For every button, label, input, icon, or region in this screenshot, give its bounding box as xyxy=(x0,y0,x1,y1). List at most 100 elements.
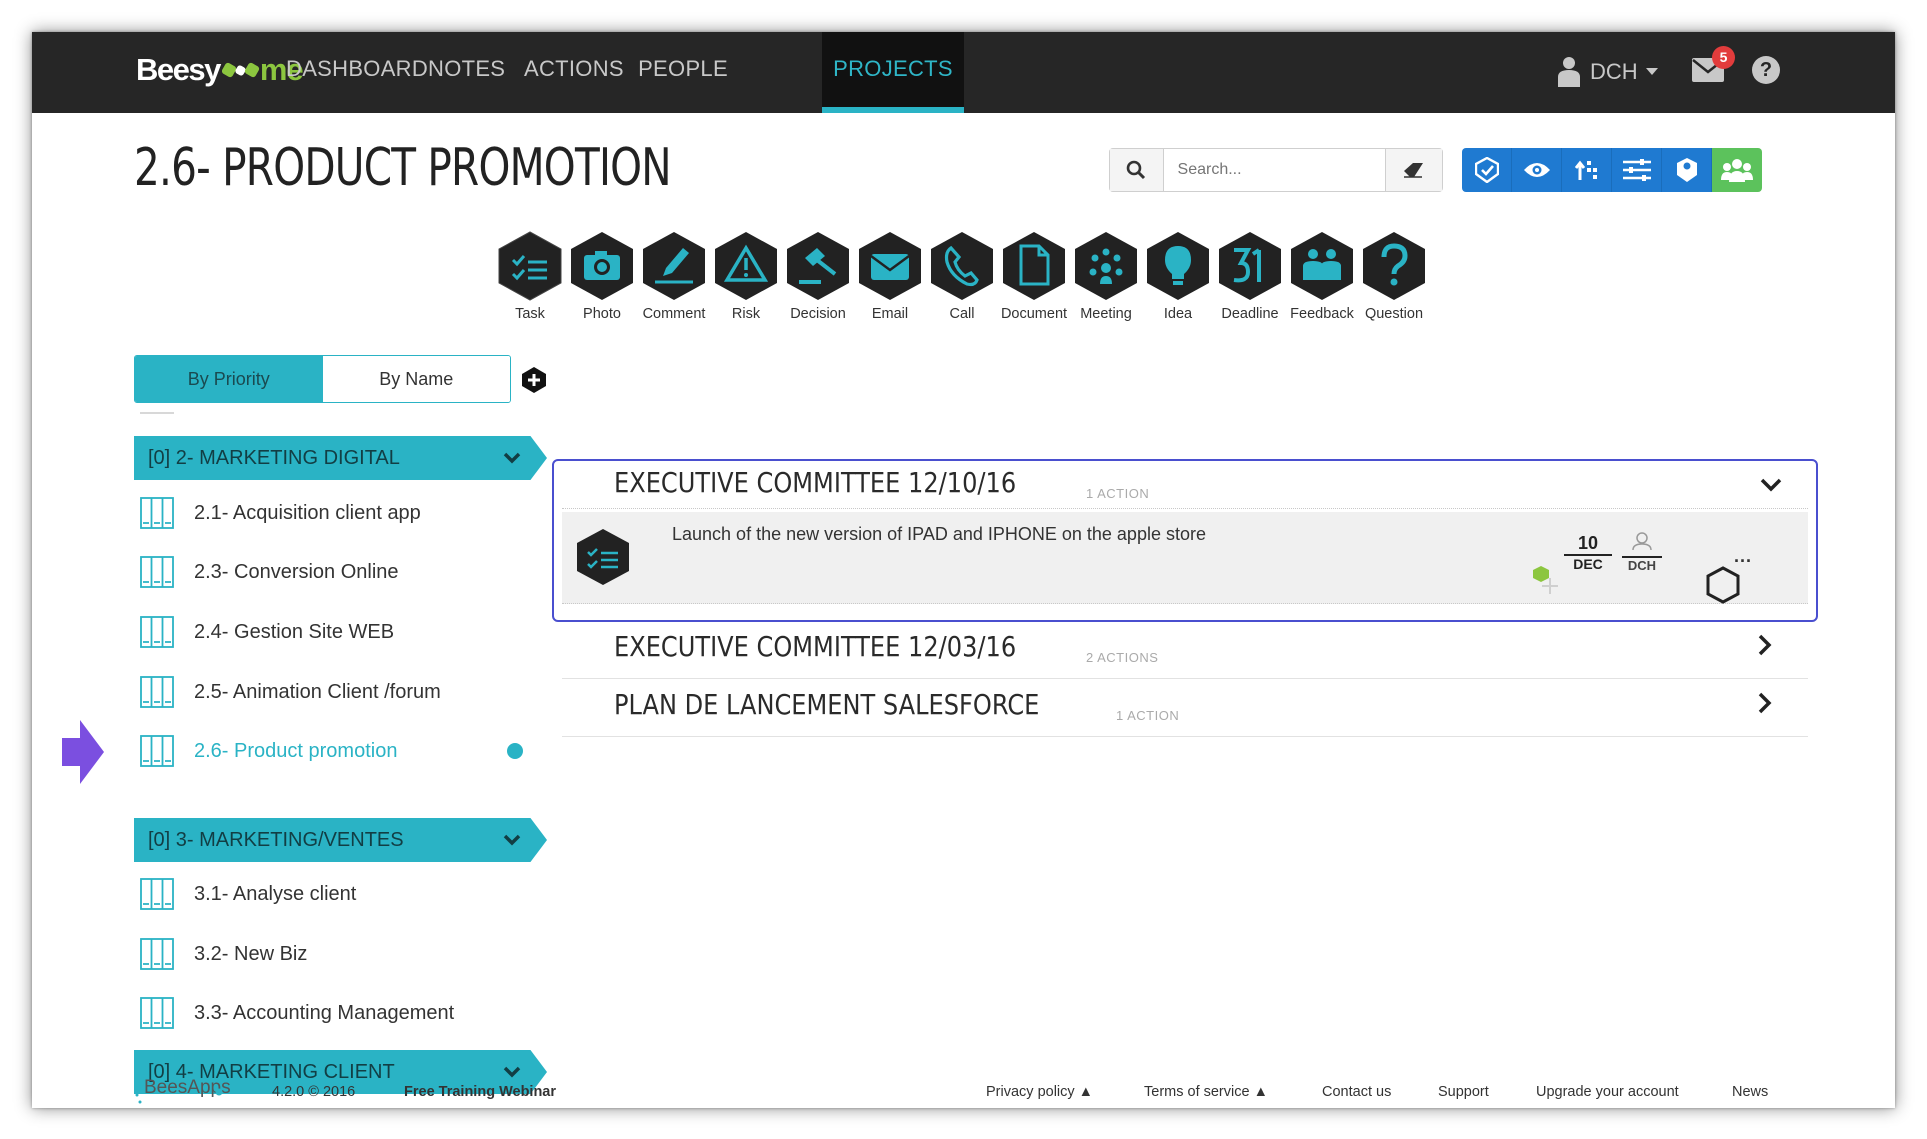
sidebar-item-product-promotion[interactable]: 2.6- Product promotion xyxy=(140,731,397,771)
user-filter-button[interactable] xyxy=(1662,148,1712,192)
nav-people[interactable]: PEOPLE xyxy=(637,32,729,113)
mail-count-badge: 5 xyxy=(1712,46,1735,69)
owner-initials: DCH xyxy=(1622,556,1662,573)
support-link[interactable]: Support xyxy=(1438,1084,1489,1100)
calendar-icon xyxy=(1219,232,1281,300)
privacy-policy-link[interactable]: Privacy policy ▲ xyxy=(986,1084,1093,1100)
meeting-title[interactable]: EXECUTIVE COMMITTEE 12/10/16 xyxy=(614,466,1016,499)
chevron-down-icon[interactable] xyxy=(1760,478,1782,492)
type-meeting-label: Meeting xyxy=(1080,306,1132,322)
meeting-action-count: 1 ACTION xyxy=(1086,486,1150,501)
search-box xyxy=(1109,148,1443,192)
upgrade-account-link[interactable]: Upgrade your account xyxy=(1536,1084,1679,1100)
type-document[interactable]: Document xyxy=(998,230,1070,322)
team-button[interactable] xyxy=(1712,148,1762,192)
sidebar-item-acquisition-client-app[interactable]: 2.1- Acquisition client app xyxy=(140,493,421,533)
type-comment-label: Comment xyxy=(642,306,706,322)
type-decision-label: Decision xyxy=(790,306,846,322)
project-board-icon xyxy=(140,497,174,529)
type-comment[interactable]: Comment xyxy=(638,230,710,322)
meeting-title[interactable]: PLAN DE LANCEMENT SALESFORCE xyxy=(614,688,1039,721)
bulb-icon xyxy=(1147,232,1209,300)
sort-by-priority-button[interactable]: By Priority xyxy=(135,356,323,402)
chevron-down-icon xyxy=(503,818,521,862)
sidebar-item-conversion-online[interactable]: 2.3- Conversion Online xyxy=(140,552,399,592)
user-menu[interactable]: DCH xyxy=(1556,52,1658,92)
search-input[interactable] xyxy=(1163,149,1385,191)
sidebar-item-new-biz[interactable]: 3.2- New Biz xyxy=(140,934,307,974)
status-hexagon-icon[interactable] xyxy=(1706,566,1740,604)
sidebar-item-accounting-management[interactable]: 3.3- Accounting Management xyxy=(140,993,454,1033)
sidebar-item-gestion-site-web[interactable]: 2.4- Gestion Site WEB xyxy=(140,612,394,652)
type-document-label: Document xyxy=(1000,306,1068,322)
free-training-webinar-link[interactable]: Free Training Webinar xyxy=(404,1084,556,1100)
more-options-button[interactable]: ... xyxy=(1734,546,1752,567)
active-project-dot xyxy=(507,743,523,759)
view-button[interactable] xyxy=(1512,148,1562,192)
help-icon[interactable]: ? xyxy=(1752,56,1780,84)
logo-dot-icon xyxy=(215,1088,223,1096)
owner-user-icon xyxy=(1632,532,1652,551)
task-icon xyxy=(577,529,629,585)
terms-of-service-link[interactable]: Terms of service ▲ xyxy=(1144,1084,1268,1100)
meeting-title[interactable]: EXECUTIVE COMMITTEE 12/03/16 xyxy=(614,630,1016,663)
app-window: Beesy me DASHBOARD NOTES ACTIONS PEOPLE … xyxy=(32,32,1895,1108)
sidebar-item-label: 2.4- Gestion Site WEB xyxy=(194,620,395,643)
sort-by-name-button[interactable]: By Name xyxy=(322,356,510,402)
version-text: 4.2.0 © 2016 xyxy=(272,1084,356,1100)
group-users-icon xyxy=(1721,159,1753,182)
contact-us-link[interactable]: Contact us xyxy=(1322,1084,1391,1100)
group-marketing-ventes[interactable]: [0] 3- MARKETING/VENTES xyxy=(134,818,547,862)
group-marketing-digital[interactable]: [0] 2- MARKETING DIGITAL xyxy=(134,436,547,480)
meeting-icon xyxy=(1075,232,1137,300)
type-meeting[interactable]: Meeting xyxy=(1070,230,1142,322)
user-avatar-icon xyxy=(1558,57,1580,87)
type-task[interactable]: Task xyxy=(494,230,566,322)
due-date[interactable]: 10 DEC xyxy=(1564,534,1612,572)
add-project-icon[interactable] xyxy=(520,366,548,394)
action-owner[interactable]: DCH xyxy=(1622,532,1662,573)
sidebar-item-animation-client-forum[interactable]: 2.5- Animation Client /forum xyxy=(140,672,441,712)
validate-shield-button[interactable] xyxy=(1462,148,1512,192)
feedback-icon xyxy=(1291,232,1353,300)
sidebar-item-analyse-client[interactable]: 3.1- Analyse client xyxy=(140,874,356,914)
type-deadline[interactable]: Deadline xyxy=(1214,230,1286,322)
type-risk[interactable]: Risk xyxy=(710,230,782,322)
group-label: [0] 2- MARKETING DIGITAL xyxy=(148,447,400,469)
chevron-right-icon[interactable] xyxy=(1758,692,1772,714)
meeting-action-count: 2 ACTIONS xyxy=(1086,650,1159,665)
sliders-icon xyxy=(1622,159,1651,181)
sidebar-item-label: 3.3- Accounting Management xyxy=(194,1001,455,1024)
type-risk-label: Risk xyxy=(731,306,761,322)
nav-actions[interactable]: ACTIONS xyxy=(524,32,624,113)
chevron-right-icon[interactable] xyxy=(1758,634,1772,656)
type-question-label: Question xyxy=(1364,306,1424,322)
group-label: [0] 3- MARKETING/VENTES xyxy=(148,829,404,851)
priority-leaf-icon[interactable] xyxy=(1532,564,1564,596)
pen-icon xyxy=(643,232,705,300)
action-text[interactable]: Launch of the new version of IPAD and IP… xyxy=(672,524,1206,545)
type-call[interactable]: Call xyxy=(926,230,998,322)
news-link[interactable]: News xyxy=(1732,1084,1768,1100)
type-email[interactable]: Email xyxy=(854,230,926,322)
eraser-icon[interactable] xyxy=(1384,149,1442,191)
search-icon[interactable] xyxy=(1110,149,1164,191)
filter-settings-button[interactable] xyxy=(1612,148,1662,192)
beesy-logo[interactable]: Beesy me xyxy=(136,50,304,90)
type-feedback[interactable]: Feedback xyxy=(1286,230,1358,322)
type-decision[interactable]: Decision xyxy=(782,230,854,322)
type-photo[interactable]: Photo xyxy=(566,230,638,322)
nav-notes[interactable]: NOTES xyxy=(428,32,505,113)
type-idea[interactable]: Idea xyxy=(1142,230,1214,322)
due-month: DEC xyxy=(1573,556,1603,572)
project-board-icon xyxy=(140,938,174,970)
nav-projects[interactable]: PROJECTS xyxy=(822,32,964,113)
gavel-icon xyxy=(787,232,849,300)
project-board-icon xyxy=(140,616,174,648)
nav-dashboard[interactable]: DASHBOARD xyxy=(286,32,428,113)
type-question[interactable]: Question xyxy=(1358,230,1430,322)
project-board-icon xyxy=(140,997,174,1029)
footer: BeesApps 4.2.0 © 2016 Free Training Webi… xyxy=(32,1072,1895,1108)
sort-button[interactable] xyxy=(1562,148,1612,192)
warning-icon xyxy=(715,232,777,300)
